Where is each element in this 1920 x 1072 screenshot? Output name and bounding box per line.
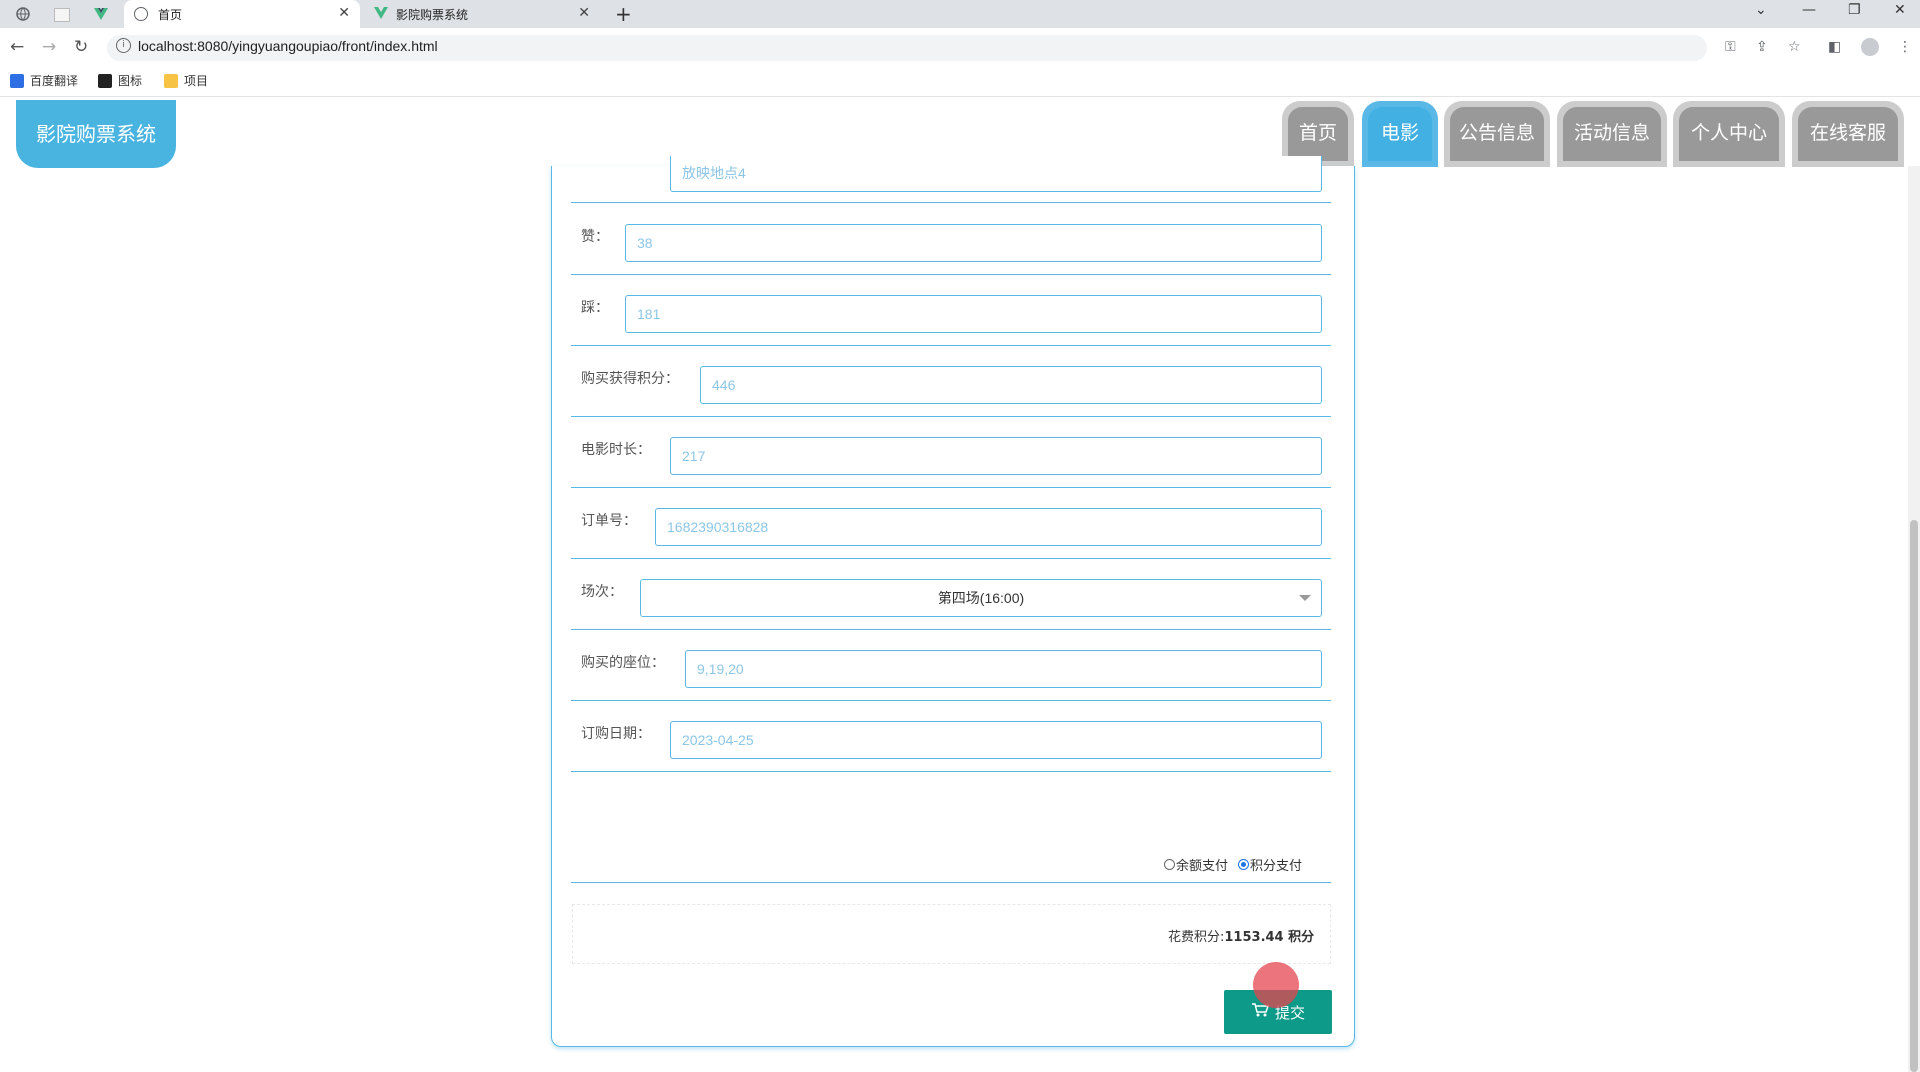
nav-label: 个人中心: [1679, 107, 1779, 161]
image-icon: [98, 73, 112, 88]
seats-label: 购买的座位：: [581, 655, 665, 671]
globe-icon: [134, 7, 148, 21]
bookmark-label: 图标: [118, 74, 143, 88]
page-scrollbar-thumb[interactable]: [1910, 520, 1918, 1072]
key-icon[interactable]: ⚿: [1725, 39, 1736, 55]
likes-field[interactable]: 38: [625, 224, 1322, 262]
radio-label: 余额支付: [1176, 859, 1229, 874]
profile-avatar[interactable]: [1861, 38, 1879, 56]
order-number-label: 订单号：: [581, 513, 637, 529]
bookmark-icons[interactable]: 图标: [98, 72, 142, 89]
tab-label: 影院购票系统: [396, 7, 469, 22]
bookmark-baidu-translate[interactable]: 百度翻译: [10, 72, 78, 89]
share-icon[interactable]: ⇪: [1756, 39, 1768, 55]
radio-label: 积分支付: [1250, 859, 1303, 874]
blank-page-icon[interactable]: [54, 8, 70, 22]
vue-logo-icon: [374, 6, 388, 23]
session-selected-value: 第四场(16:00): [937, 590, 1025, 606]
location-field[interactable]: 放映地点4: [670, 156, 1322, 192]
points-earned-field[interactable]: 446: [700, 366, 1322, 404]
dislikes-label: 踩：: [581, 300, 609, 316]
nav-label: 公告信息: [1450, 107, 1544, 161]
nav-movies[interactable]: 电影: [1362, 101, 1438, 167]
info-icon[interactable]: i: [116, 38, 131, 53]
radio-circle[interactable]: [1238, 859, 1249, 870]
seats-field[interactable]: 9,19,20: [685, 650, 1322, 688]
cost-summary: 花费积分:1153.44 积分: [1168, 926, 1314, 945]
back-icon[interactable]: ←: [10, 37, 24, 57]
duration-field[interactable]: 217: [670, 437, 1322, 475]
nav-online-service[interactable]: 在线客服: [1792, 101, 1904, 167]
nav-label: 活动信息: [1563, 107, 1661, 161]
tab-cinema[interactable]: 影院购票系统 ✕: [364, 0, 600, 28]
duration-label: 电影时长：: [581, 442, 651, 458]
dislikes-field[interactable]: 181: [625, 295, 1322, 333]
reload-icon[interactable]: ↻: [74, 37, 88, 57]
tab-label: 首页: [158, 7, 183, 22]
close-icon[interactable]: ✕: [338, 5, 350, 21]
cost-label: 花费积分:: [1168, 930, 1225, 945]
order-date-field[interactable]: 2023-04-25: [670, 721, 1322, 759]
folder-icon: [164, 73, 178, 88]
url-text[interactable]: localhost:8080/yingyuangoupiao/front/ind…: [138, 38, 438, 54]
tab-home[interactable]: 首页 ✕: [124, 0, 360, 28]
nav-label: 电影: [1368, 107, 1432, 161]
translate-icon: [10, 73, 24, 88]
menu-icon[interactable]: ⋮: [1898, 39, 1912, 55]
minimize-button[interactable]: —: [1802, 2, 1816, 18]
forward-icon[interactable]: →: [42, 37, 56, 57]
tab-search-icon[interactable]: ⌄: [1755, 2, 1767, 18]
radio-balance-payment[interactable]: 余额支付: [1164, 855, 1228, 874]
nav-label: 首页: [1288, 107, 1348, 161]
nav-activities[interactable]: 活动信息: [1557, 101, 1667, 167]
likes-label: 赞：: [581, 229, 609, 245]
click-indicator: [1253, 962, 1299, 1008]
globe-icon[interactable]: [15, 6, 31, 22]
star-icon[interactable]: ☆: [1788, 39, 1801, 55]
bookmark-project[interactable]: 项目: [164, 72, 208, 89]
order-date-label: 订购日期：: [581, 726, 651, 742]
close-icon[interactable]: ✕: [578, 5, 590, 21]
nav-label: 在线客服: [1798, 107, 1898, 161]
order-number-field[interactable]: 1682390316828: [655, 508, 1322, 546]
bookmark-label: 百度翻译: [30, 74, 79, 88]
chevron-down-icon: [1299, 595, 1311, 601]
bookmark-label: 项目: [184, 74, 209, 88]
vue-logo-icon[interactable]: [93, 6, 109, 22]
session-label: 场次：: [581, 584, 623, 600]
session-select[interactable]: 第四场(16:00): [640, 579, 1322, 617]
close-window-button[interactable]: ✕: [1894, 2, 1906, 18]
cost-value: 1153.44 积分: [1224, 930, 1315, 945]
site-logo[interactable]: 影院购票系统: [16, 100, 176, 168]
radio-circle[interactable]: [1164, 859, 1175, 870]
nav-announcements[interactable]: 公告信息: [1444, 101, 1550, 167]
bookmarks-bar: [0, 66, 1920, 97]
new-tab-button[interactable]: +: [615, 2, 632, 26]
sidebar-icon[interactable]: ◧: [1828, 39, 1841, 55]
points-earned-label: 购买获得积分：: [581, 371, 679, 387]
restore-button[interactable]: ❐: [1848, 2, 1861, 18]
nav-personal-center[interactable]: 个人中心: [1673, 101, 1785, 167]
radio-points-payment[interactable]: 积分支付: [1238, 855, 1302, 874]
